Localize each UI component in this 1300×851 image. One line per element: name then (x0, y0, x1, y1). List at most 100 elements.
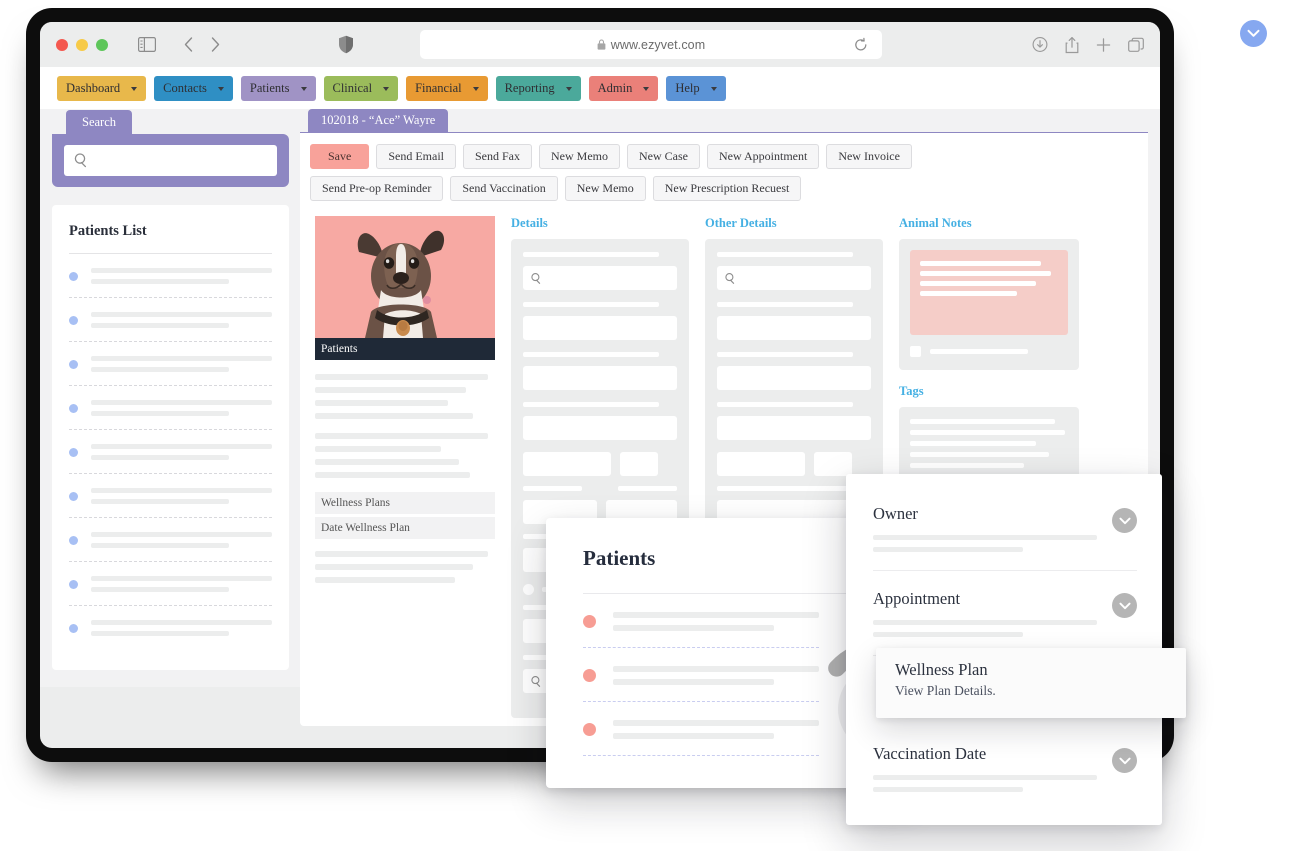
list-item[interactable] (69, 298, 272, 342)
window-controls[interactable] (56, 38, 108, 51)
shield-icon[interactable] (338, 35, 354, 54)
address-bar[interactable]: www.ezyvet.com (420, 30, 882, 59)
search-input[interactable] (64, 145, 277, 176)
nav-item-admin[interactable]: Admin (588, 76, 659, 101)
share-icon[interactable] (1065, 36, 1079, 53)
nav-item-dashboard[interactable]: Dashboard (57, 76, 147, 101)
send-vaccination-button[interactable]: Send Vaccination (450, 176, 558, 201)
accordion-item-vaccination-date[interactable]: Vaccination Date (873, 744, 1137, 810)
animal-note[interactable] (910, 250, 1068, 335)
new-memo-button[interactable]: New Memo (539, 144, 620, 169)
checkbox[interactable] (910, 346, 921, 357)
sidebar-toggle-icon[interactable] (138, 37, 156, 52)
accordion-placeholder (873, 535, 1137, 552)
chevron-down-icon-active[interactable] (1240, 20, 1267, 47)
list-item[interactable] (69, 386, 272, 430)
new-appointment-button[interactable]: New Appointment (706, 144, 820, 169)
accordion-item-wellness-plan[interactable]: Wellness Plan View Plan Details. (876, 648, 1186, 718)
text-field-small[interactable] (619, 452, 659, 476)
chevron-down-icon[interactable] (1112, 748, 1137, 773)
accordion-placeholder (873, 620, 1137, 637)
field-pair (523, 452, 677, 476)
new-memo-button-secondary[interactable]: New Memo (564, 176, 646, 201)
lock-icon (597, 39, 606, 50)
send-email-button[interactable]: Send Email (376, 144, 456, 169)
text-field[interactable] (523, 316, 677, 340)
text-field[interactable] (523, 416, 677, 440)
list-item-placeholder (91, 400, 272, 416)
list-item[interactable] (69, 518, 272, 562)
status-dot (69, 271, 78, 281)
app-navigation-bar[interactable]: Dashboard Contacts Patients Clinical Fin… (40, 67, 1160, 109)
text-field[interactable] (523, 452, 611, 476)
list-item-placeholder (91, 488, 272, 504)
details-search-field[interactable] (523, 266, 677, 290)
list-item-placeholder (91, 620, 272, 636)
field-label (717, 302, 853, 307)
new-invoice-button[interactable]: New Invoice (826, 144, 912, 169)
nav-arrows[interactable] (184, 37, 220, 52)
status-dot (69, 491, 78, 501)
nav-item-help[interactable]: Help (666, 76, 726, 101)
list-item[interactable] (69, 254, 272, 298)
accordion-item-appointment[interactable]: Appointment (873, 589, 1137, 656)
accordion-label: Appointment (873, 589, 961, 608)
send-fax-button[interactable]: Send Fax (463, 144, 532, 169)
nav-item-patients[interactable]: Patients (240, 76, 316, 101)
nav-item-contacts[interactable]: Contacts (154, 76, 233, 101)
text-field[interactable] (717, 452, 805, 476)
downloads-icon[interactable] (1032, 37, 1048, 53)
send-preop-reminder-button[interactable]: Send Pre-op Reminder (310, 176, 444, 201)
plus-icon[interactable] (1096, 37, 1111, 52)
accordion-item-owner[interactable]: Owner (873, 504, 1137, 571)
text-field[interactable] (717, 416, 871, 440)
list-item[interactable] (583, 702, 819, 756)
list-item[interactable] (69, 342, 272, 386)
accordion-placeholder (873, 775, 1137, 792)
minimize-window-button[interactable] (76, 38, 88, 51)
accordion-label: Vaccination Date (873, 744, 987, 763)
close-window-button[interactable] (56, 38, 68, 51)
text-field[interactable] (717, 366, 871, 390)
radio-button[interactable] (523, 584, 534, 595)
patient-photo-column: Patients Wellness Plans Date Wellness Pl… (315, 216, 495, 718)
text-field-small[interactable] (813, 452, 853, 476)
nav-item-financial[interactable]: Financial (406, 76, 488, 101)
tab-overview-icon[interactable] (1128, 37, 1144, 52)
wellness-plans-row[interactable]: Wellness Plans (315, 492, 495, 514)
forward-arrow-icon[interactable] (211, 37, 220, 52)
new-case-button[interactable]: New Case (627, 144, 700, 169)
new-prescription-request-button[interactable]: New Prescription Recuest (652, 176, 802, 201)
chevron-down-icon[interactable] (1112, 593, 1137, 618)
other-search-field[interactable] (717, 266, 871, 290)
tab-patient-record[interactable]: 102018 - “Ace” Wayre (308, 109, 449, 132)
save-button[interactable]: Save (310, 144, 370, 169)
nav-item-reporting[interactable]: Reporting (495, 76, 581, 101)
note-checkbox-row[interactable] (910, 346, 1068, 357)
list-item[interactable] (583, 594, 819, 648)
reload-icon[interactable] (854, 37, 868, 52)
wellness-plan-sublabel: View Plan Details. (895, 683, 996, 698)
search-tab-label[interactable]: Search (66, 110, 133, 134)
chevron-down-icon (217, 86, 224, 91)
maximize-window-button[interactable] (96, 38, 108, 51)
chevron-down-icon[interactable] (1112, 508, 1137, 533)
photo-placeholder-lines-a (315, 374, 495, 419)
search-icon (724, 272, 737, 285)
chevron-down-icon (131, 86, 138, 91)
field-pair (717, 452, 871, 476)
nav-item-clinical[interactable]: Clinical (323, 76, 399, 101)
text-field[interactable] (717, 316, 871, 340)
text-field[interactable] (523, 366, 677, 390)
list-item[interactable] (69, 474, 272, 518)
list-item[interactable] (583, 648, 819, 702)
chevron-down-icon (565, 86, 572, 91)
list-item[interactable] (69, 562, 272, 606)
list-item[interactable] (69, 430, 272, 474)
list-item-placeholder (91, 312, 272, 328)
chrome-right-icons[interactable] (1032, 36, 1144, 53)
date-wellness-plan-row[interactable]: Date Wellness Plan (315, 517, 495, 539)
list-item[interactable] (69, 606, 272, 649)
animal-notes-heading: Animal Notes (899, 216, 972, 230)
back-arrow-icon[interactable] (184, 37, 193, 52)
